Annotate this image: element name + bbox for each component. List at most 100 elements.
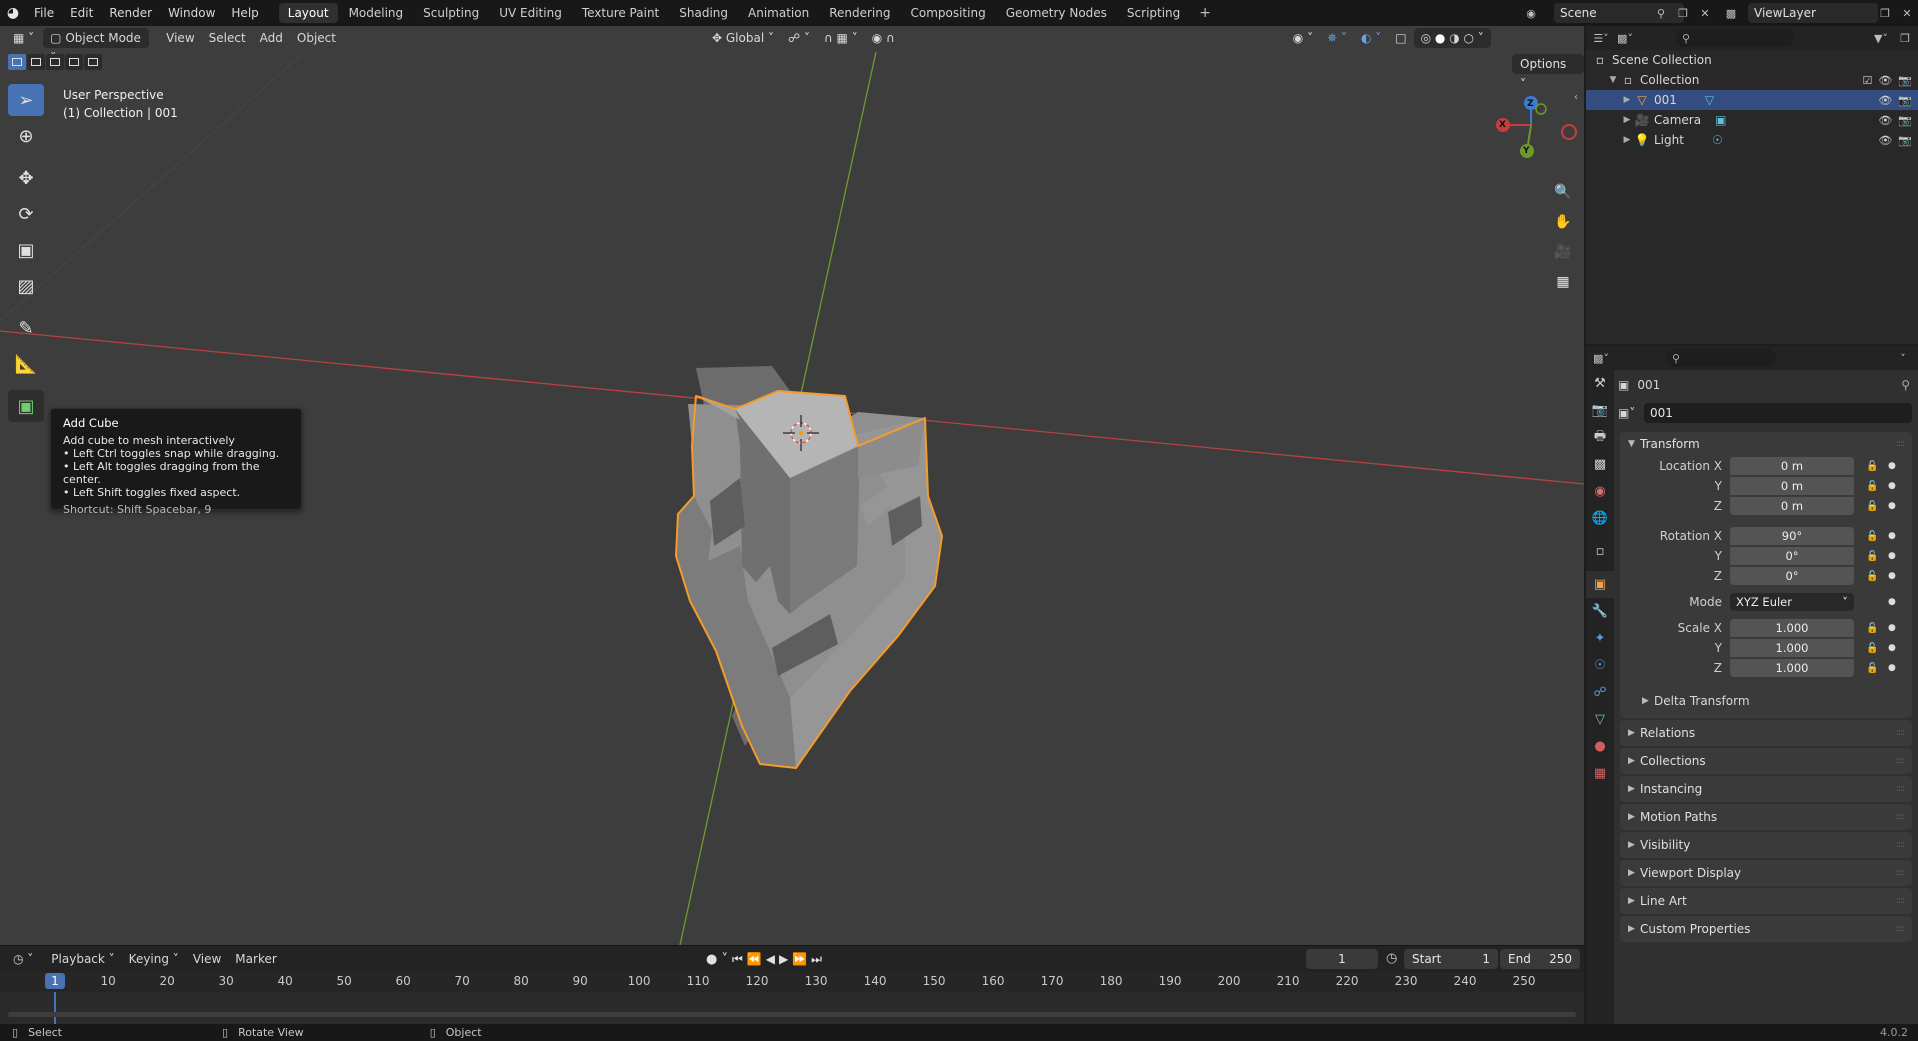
tab-modeling[interactable]: Modeling	[340, 3, 413, 23]
viewport-display-panel[interactable]: ▶ Viewport Display::::	[1620, 860, 1912, 886]
snap-icon[interactable]: ∩ ▦ ˅	[817, 28, 865, 48]
lock-icon[interactable]: 🔓	[1866, 481, 1878, 492]
timeline-menu-keying[interactable]: Keying ˅	[122, 949, 186, 969]
transform-panel-header[interactable]: ▼ Transform ::::	[1620, 432, 1912, 456]
keyframe-dot-icon[interactable]: ●	[1888, 481, 1896, 491]
viewport-menu-object[interactable]: Object	[290, 28, 343, 48]
collection-tab-icon[interactable]: ▫	[1586, 538, 1614, 565]
lock-icon[interactable]: 🔓	[1866, 663, 1878, 674]
output-tab-icon[interactable]: 🖶	[1586, 424, 1614, 451]
scale-y-field[interactable]: 1.000	[1730, 639, 1854, 657]
timeline-menu-view[interactable]: View	[186, 949, 228, 969]
scene-tab-icon[interactable]: ◉	[1586, 478, 1614, 505]
tab-shading[interactable]: Shading	[670, 3, 737, 23]
line-art-panel[interactable]: ▶ Line Art::::	[1620, 888, 1912, 914]
texture-tab-icon[interactable]: ▦	[1586, 760, 1614, 787]
timeline-editor-type-icon[interactable]: ◷ ˅	[6, 949, 40, 969]
expand-arrow-icon[interactable]: ▶	[1620, 95, 1634, 105]
delta-transform-header[interactable]: ▶ Delta Transform	[1620, 690, 1912, 712]
end-frame-field[interactable]: End 250	[1500, 949, 1580, 969]
custom-properties-panel[interactable]: ▶ Custom Properties::::	[1620, 916, 1912, 942]
keyframe-dot-icon[interactable]: ●	[1888, 551, 1896, 561]
keyframe-dot-icon[interactable]: ●	[1888, 623, 1896, 633]
visibility-panel[interactable]: ▶ Visibility::::	[1620, 832, 1912, 858]
new-collection-icon[interactable]: ❐	[1896, 29, 1914, 47]
cursor-tool-icon[interactable]: ⊕	[8, 120, 44, 152]
tab-compositing[interactable]: Compositing	[901, 3, 994, 23]
mode-selector[interactable]: ▢ Object Mode ˅	[43, 28, 150, 65]
move-tool-icon[interactable]: ✥	[8, 162, 44, 194]
filter-icon[interactable]: ▼˅	[1872, 29, 1890, 47]
outliner-item-light[interactable]: ▶ 💡 Light ☉ 👁 📷	[1586, 130, 1918, 150]
properties-options-icon[interactable]: ˅	[1894, 349, 1912, 367]
expand-arrow-icon[interactable]: ▼	[1606, 75, 1620, 85]
data-tab-icon[interactable]: ▽	[1586, 706, 1614, 733]
add-workspace-icon[interactable]: +	[1191, 5, 1219, 21]
pivot-point-icon[interactable]: ☍ ˅	[781, 28, 817, 48]
timeline-menu-marker[interactable]: Marker	[228, 949, 283, 969]
checkbox-icon[interactable]: ☑	[1862, 74, 1872, 87]
viewport-menu-view[interactable]: View	[159, 28, 201, 48]
tab-rendering[interactable]: Rendering	[820, 3, 899, 23]
pin-icon[interactable]: ⚲	[1652, 4, 1670, 22]
modifiers-tab-icon[interactable]: 🔧	[1586, 598, 1614, 625]
current-frame-field[interactable]: 1	[1306, 949, 1378, 969]
drag-handle-icon[interactable]: ::::	[1896, 756, 1905, 766]
instancing-panel[interactable]: ▶ Instancing::::	[1620, 776, 1912, 802]
view-layer-icon[interactable]: ▩	[1722, 4, 1740, 22]
tab-layout[interactable]: Layout	[278, 3, 338, 23]
proportional-edit-icon[interactable]: ◉ ∩	[865, 28, 902, 48]
outliner-item-camera[interactable]: ▶ 🎥 Camera ▣ 👁 📷	[1586, 110, 1918, 130]
xray-toggle-icon[interactable]: □	[1388, 28, 1413, 48]
close-view-layer-icon[interactable]: ✕	[1898, 4, 1916, 22]
keyframe-dot-icon[interactable]: ●	[1888, 643, 1896, 653]
physics-tab-icon[interactable]: ☉	[1586, 652, 1614, 679]
keyframe-dot-icon[interactable]: ●	[1888, 597, 1896, 607]
properties-editor-type-icon[interactable]: ▩˅	[1592, 349, 1610, 367]
material-tab-icon[interactable]: ●	[1586, 733, 1614, 760]
collection-row[interactable]: ▼ ▫ Collection ☑ 👁 📷	[1586, 70, 1918, 90]
lock-icon[interactable]: 🔓	[1866, 501, 1878, 512]
sidebar-toggle-icon[interactable]: ‹	[1574, 92, 1578, 103]
outliner-editor-type-icon[interactable]: ☰˅	[1592, 29, 1610, 47]
select-intersect-icon[interactable]	[84, 54, 102, 70]
keyframe-dot-icon[interactable]: ●	[1888, 501, 1896, 511]
tab-sculpting[interactable]: Sculpting	[414, 3, 488, 23]
tab-animation[interactable]: Animation	[739, 3, 818, 23]
lock-icon[interactable]: 🔓	[1866, 461, 1878, 472]
lock-icon[interactable]: 🔓	[1866, 643, 1878, 654]
world-tab-icon[interactable]: 🌐	[1586, 505, 1614, 532]
gizmo-toggle-icon[interactable]: ✵ ˅	[1320, 28, 1354, 48]
rotation-mode-select[interactable]: XYZ Euler ˅	[1730, 593, 1854, 611]
menu-render[interactable]: Render	[101, 0, 160, 26]
transform-tool-icon[interactable]: ▨	[8, 270, 44, 302]
lock-icon[interactable]: 🔓	[1866, 551, 1878, 562]
scale-x-field[interactable]: 1.000	[1730, 619, 1854, 637]
outliner-search-input[interactable]: ⚲	[1676, 29, 1794, 47]
constraints-tab-icon[interactable]: ☍	[1586, 679, 1614, 706]
relations-panel[interactable]: ▶ Relations::::	[1620, 720, 1912, 746]
jump-end-icon[interactable]: ⏭	[811, 952, 822, 967]
options-button[interactable]: Options ˅	[1512, 54, 1584, 91]
measure-tool-icon[interactable]: 📐	[8, 348, 44, 380]
keyframe-dot-icon[interactable]: ●	[1888, 663, 1896, 673]
tab-uv-editing[interactable]: UV Editing	[490, 3, 571, 23]
camera-view-icon[interactable]: 🎥	[1551, 240, 1575, 264]
zoom-icon[interactable]: 🔍	[1551, 180, 1575, 204]
eye-icon[interactable]: 👁	[1878, 134, 1892, 147]
tab-scripting[interactable]: Scripting	[1118, 3, 1189, 23]
jump-start-icon[interactable]: ⏮	[732, 952, 743, 967]
location-y-field[interactable]: 0 m	[1730, 477, 1854, 495]
drag-handle-icon[interactable]: ::::	[1896, 924, 1905, 934]
light-data-icon[interactable]: ☉	[1712, 133, 1723, 147]
scale-tool-icon[interactable]: ▣	[8, 234, 44, 266]
rotation-x-field[interactable]: 90°	[1730, 527, 1854, 545]
scene-collection-row[interactable]: ▫ Scene Collection	[1586, 50, 1918, 70]
particles-tab-icon[interactable]: ✦	[1586, 625, 1614, 652]
rotate-tool-icon[interactable]: ⟳	[8, 198, 44, 230]
view-layer-tab-icon[interactable]: ▩	[1586, 451, 1614, 478]
collections-panel[interactable]: ▶ Collections::::	[1620, 748, 1912, 774]
tab-texture-paint[interactable]: Texture Paint	[573, 3, 668, 23]
select-box-icon[interactable]: ➢	[8, 84, 44, 116]
object-name-field[interactable]: 001	[1644, 403, 1912, 423]
